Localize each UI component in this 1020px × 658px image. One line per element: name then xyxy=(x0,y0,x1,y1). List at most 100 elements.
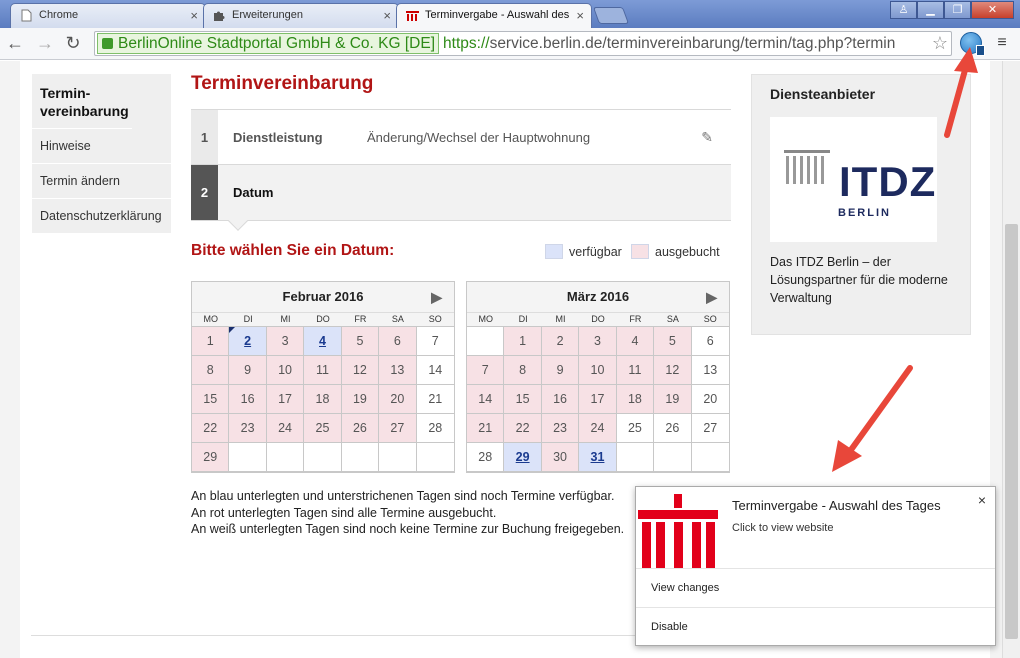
logo-text: ITDZ xyxy=(839,158,937,205)
calendar-day: 30 xyxy=(541,443,580,472)
step-label: Dienstleistung xyxy=(233,130,323,145)
calendar-day-empty xyxy=(379,443,417,472)
calendar-day-empty xyxy=(654,443,692,472)
scrollbar-thumb[interactable] xyxy=(1005,224,1018,639)
browser-toolbar: ← → ↻ BerlinOnline Stadtportal GmbH & Co… xyxy=(0,28,1020,60)
ev-cert-name: BerlinOnline Stadtportal GmbH & Co. KG [… xyxy=(118,35,436,52)
bookmark-star-icon[interactable]: ☆ xyxy=(929,32,948,55)
scrollbar[interactable] xyxy=(1002,61,1020,658)
legend-available: verfügbar xyxy=(545,244,622,260)
tab-title: Terminvergabe - Auswahl des xyxy=(425,9,570,21)
calendar-day: 16 xyxy=(229,385,267,414)
calendar-day-empty xyxy=(229,443,267,472)
info-line: An rot unterlegten Tagen sind alle Termi… xyxy=(191,505,497,520)
sidebar-item-datenschutz[interactable]: Datenschutzerklärung xyxy=(32,199,171,234)
calendar-day-empty xyxy=(616,443,655,472)
sidebar-item-hinweise[interactable]: Hinweise xyxy=(32,129,171,164)
calendar-day: 11 xyxy=(616,356,655,385)
calendar-day-empty xyxy=(467,327,505,356)
tab-terminvergabe[interactable]: Terminvergabe - Auswahl des × xyxy=(396,3,592,29)
minimize-icon[interactable]: ▁ xyxy=(917,1,944,19)
next-month-icon[interactable]: ▶ xyxy=(706,282,717,312)
ev-certificate-badge[interactable]: BerlinOnline Stadtportal GmbH & Co. KG [… xyxy=(97,33,440,54)
calendar-day: 4 xyxy=(616,327,655,356)
calendar-day: 18 xyxy=(304,385,342,414)
calendar-day: 1 xyxy=(504,327,542,356)
calendar-day-available[interactable]: 31 xyxy=(579,443,617,472)
view-changes-button[interactable]: View changes xyxy=(636,568,995,607)
calendar-day: 16 xyxy=(541,385,580,414)
sidebar-item-termin-aendern[interactable]: Termin ändern xyxy=(32,164,171,199)
tab-title: Chrome xyxy=(39,9,79,21)
window-close-icon[interactable]: ✕ xyxy=(971,1,1014,19)
calendar-header: März 2016 ▶ xyxy=(467,282,729,312)
provider-description: Das ITDZ Berlin – der Lösungspartner für… xyxy=(770,255,948,305)
address-bar[interactable]: BerlinOnline Stadtportal GmbH & Co. KG [… xyxy=(94,31,952,56)
choose-date-heading: Bitte wählen Sie ein Datum: xyxy=(191,242,395,259)
new-tab-button[interactable] xyxy=(592,7,630,24)
calendar-day: 5 xyxy=(654,327,692,356)
sidebar-item-label: Termin ändern xyxy=(40,174,120,188)
calendar-day: 1 xyxy=(192,327,230,356)
calendar-day: 10 xyxy=(579,356,617,385)
puzzle-icon xyxy=(214,11,225,21)
disable-button[interactable]: Disable xyxy=(636,607,995,646)
desktop-notification[interactable]: Terminvergabe - Auswahl des Tages Click … xyxy=(635,486,996,646)
weekday-row: MO DI MI DO FR SA SO xyxy=(467,312,729,326)
tab-title: Erweiterungen xyxy=(232,9,303,21)
calendar-day: 21 xyxy=(416,385,454,414)
info-line: An weiß unterlegten Tagen sind noch kein… xyxy=(191,522,625,536)
weekday-row: MO DI MI DO FR SA SO xyxy=(192,312,454,326)
calendar-day-available[interactable]: 29 xyxy=(504,443,542,472)
legend-label: verfügbar xyxy=(569,245,622,259)
tab-close-icon[interactable]: × xyxy=(190,4,198,27)
itdz-logo[interactable]: ITDZ BERLIN xyxy=(770,117,937,242)
calendar-day: 28 xyxy=(467,443,505,472)
calendar-day: 24 xyxy=(266,414,305,443)
tab-close-icon[interactable]: × xyxy=(576,4,584,27)
weekday-label: MI xyxy=(555,314,566,324)
calendar-day: 14 xyxy=(416,356,454,385)
sidebar-nav: Termin-vereinbarung Hinweise Termin ände… xyxy=(32,74,171,234)
close-icon[interactable]: × xyxy=(978,492,986,508)
calendar-day-empty xyxy=(416,443,454,472)
calendar-day: 6 xyxy=(379,327,417,356)
weekday-label: SO xyxy=(703,314,717,324)
calendar-day: 12 xyxy=(654,356,692,385)
calendar-day: 24 xyxy=(579,414,617,443)
calendar-day: 15 xyxy=(192,385,230,414)
provider-title: Diensteanbieter xyxy=(770,86,876,102)
calendar-day-available[interactable]: 4 xyxy=(304,327,342,356)
sidebar-item-terminvereinbarung[interactable]: Termin-vereinbarung xyxy=(32,74,132,129)
page-title: Terminvereinbarung xyxy=(191,73,374,94)
berlin-logo-icon xyxy=(406,11,419,21)
calendar-day: 23 xyxy=(229,414,267,443)
calendar-day-available[interactable]: 2 xyxy=(229,327,267,356)
forward-icon[interactable]: → xyxy=(34,32,56,54)
profile-icon[interactable]: ♙ xyxy=(890,1,917,19)
calendar-maerz: März 2016 ▶ MO DI MI DO FR SA SO 1 2 3 4 5 6 7 8 9 10 11 1… xyxy=(466,281,730,473)
weekday-label: MO xyxy=(478,314,493,324)
notification-title: Terminvergabe - Auswahl des Tages xyxy=(732,498,941,513)
legend-booked: ausgebucht xyxy=(631,244,720,260)
calendar-day: 17 xyxy=(266,385,305,414)
weekday-label: DI xyxy=(243,314,253,324)
calendar-day: 8 xyxy=(192,356,230,385)
back-icon[interactable]: ← xyxy=(4,32,26,54)
next-month-icon[interactable]: ▶ xyxy=(431,282,442,312)
calendar-month: Februar 2016 xyxy=(282,289,364,304)
tab-chrome[interactable]: Chrome × xyxy=(10,3,206,28)
menu-icon[interactable]: ≡ xyxy=(994,34,1010,52)
edit-pencil-icon[interactable]: ✎ xyxy=(701,110,713,165)
maximize-icon[interactable]: ❐ xyxy=(944,1,971,19)
step-dienstleistung[interactable]: 1 Dienstleistung Änderung/Wechsel der Ha… xyxy=(191,109,731,165)
reload-icon[interactable]: ↻ xyxy=(62,32,84,54)
tab-close-icon[interactable]: × xyxy=(383,4,391,27)
extension-page-monitor-icon[interactable] xyxy=(960,32,985,56)
weekday-label: SA xyxy=(666,314,679,324)
calendar-day: 20 xyxy=(379,385,417,414)
calendar-day: 20 xyxy=(691,385,729,414)
tab-extensions[interactable]: Erweiterungen × xyxy=(203,3,399,28)
notification-subtitle[interactable]: Click to view website xyxy=(732,522,833,534)
calendar-day: 28 xyxy=(416,414,454,443)
